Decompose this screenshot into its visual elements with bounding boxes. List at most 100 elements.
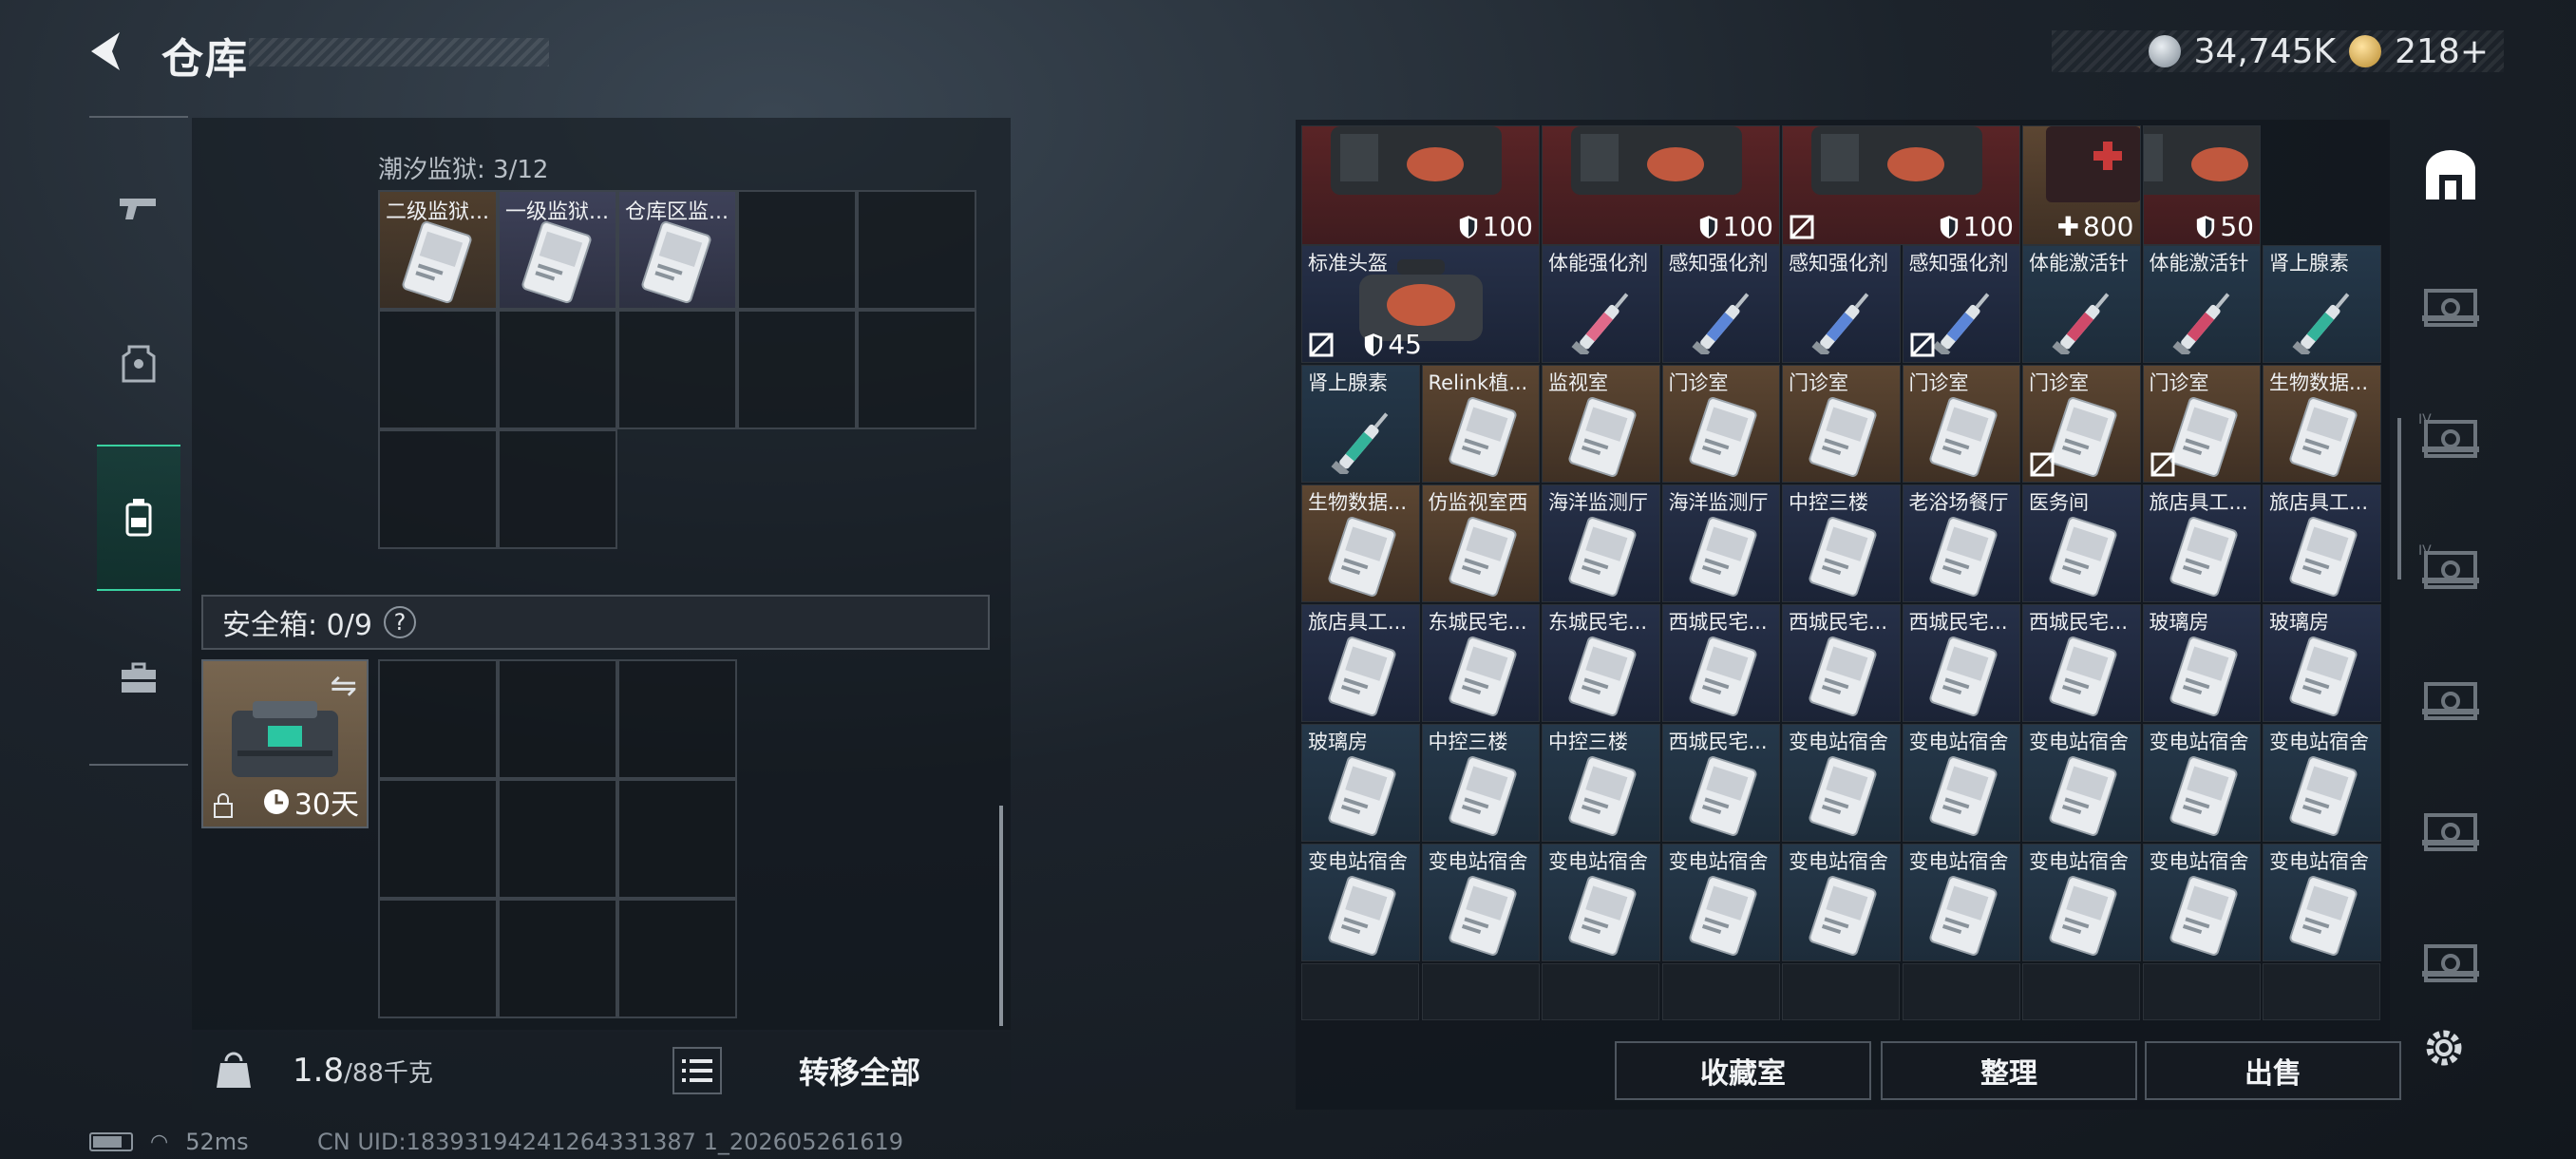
keycard-item[interactable]: 中控三楼	[1542, 724, 1660, 842]
keycard-item[interactable]: 监视室	[1542, 365, 1660, 483]
help-icon[interactable]: ?	[383, 606, 416, 638]
keycard-item[interactable]: 门诊室	[1661, 365, 1780, 483]
keycard-item[interactable]: 变电站宿舍	[2022, 724, 2141, 842]
safe-slot[interactable]	[498, 899, 617, 1018]
storage-tab-2-icon[interactable]	[2416, 277, 2485, 334]
keycard-item[interactable]: 医务间	[2022, 484, 2141, 602]
sell-button[interactable]: 出售	[2145, 1041, 2401, 1100]
grid-slot[interactable]	[857, 310, 976, 429]
safe-slot[interactable]	[617, 659, 737, 779]
safe-box-slot[interactable]: ⇋ 30天	[201, 659, 369, 828]
keycard-item[interactable]: 变电站宿舍	[1902, 844, 2020, 961]
armor-vest-item[interactable]: 100	[1782, 125, 2020, 245]
keycard-item[interactable]: 变电站宿舍	[2263, 724, 2381, 842]
storage-tab-5-icon[interactable]	[2416, 671, 2485, 728]
keycard-item[interactable]: 旅店具工...	[2263, 484, 2381, 602]
grid-slot[interactable]	[378, 310, 498, 429]
empty-slot[interactable]	[1902, 963, 2020, 1020]
syringe-item[interactable]: 感知强化剂	[1902, 245, 2020, 363]
syringe-item[interactable]: 感知强化剂	[1782, 245, 1901, 363]
keycard-item[interactable]: 变电站宿舍	[1542, 844, 1660, 961]
safe-slot[interactable]	[498, 659, 617, 779]
keycard-item[interactable]: 变电站宿舍	[1661, 844, 1780, 961]
keycard-item[interactable]: 变电站宿舍	[2142, 844, 2261, 961]
swap-icon[interactable]: ⇋	[331, 667, 358, 705]
syringe-item[interactable]: 感知强化剂	[1661, 245, 1780, 363]
keycard-item[interactable]: 仿监视室西	[1421, 484, 1540, 602]
keycard-item[interactable]: 西城民宅...	[1661, 604, 1780, 722]
keycard-item[interactable]: 西城民宅...	[1902, 604, 2020, 722]
nav-backpack[interactable]	[97, 445, 180, 591]
safe-slot[interactable]	[378, 659, 498, 779]
syringe-item[interactable]: 肾上腺素	[1301, 365, 1420, 483]
keycard-item[interactable]: 中控三楼	[1421, 724, 1540, 842]
keycard-item[interactable]: 东城民宅...	[1542, 604, 1660, 722]
nav-weapon[interactable]	[97, 135, 180, 281]
armor-vest-item[interactable]: 50	[2142, 125, 2261, 245]
transfer-all-button[interactable]: 转移全部	[731, 1041, 988, 1100]
keycard-item[interactable]: 门诊室	[2142, 365, 2261, 483]
grid-slot[interactable]	[378, 429, 498, 549]
keycard-item[interactable]: 变电站宿舍	[1782, 844, 1901, 961]
storage-home-icon[interactable]	[2416, 146, 2485, 203]
keycard-item[interactable]: 西城民宅...	[2022, 604, 2141, 722]
grid-slot[interactable]	[498, 429, 617, 549]
armor-vest-item[interactable]: 100	[1542, 125, 1780, 245]
keycard-item[interactable]: 西城民宅...	[1782, 604, 1901, 722]
keycard-item[interactable]: 变电站宿舍	[1301, 844, 1420, 961]
grid-slot[interactable]	[737, 310, 857, 429]
keycard-item[interactable]: 生物数据...	[1301, 484, 1420, 602]
empty-slot[interactable]	[2263, 963, 2380, 1020]
nav-toolbox[interactable]	[97, 604, 180, 750]
grid-slot[interactable]	[737, 190, 857, 310]
safe-slot[interactable]	[378, 779, 498, 899]
storage-scrollbar[interactable]	[2397, 418, 2401, 580]
syringe-item[interactable]: 体能强化剂	[1542, 245, 1660, 363]
keycard-item[interactable]: 西城民宅...	[1661, 724, 1780, 842]
storage-tab-7-icon[interactable]	[2416, 933, 2485, 990]
helmet-bag-item[interactable]: 45 标准头盔	[1301, 245, 1540, 363]
keycard-item[interactable]: 旅店具工...	[1301, 604, 1420, 722]
storage-tab-iv-b-icon[interactable]: IV	[2416, 540, 2485, 597]
storage-tab-iv-a-icon[interactable]: IV	[2416, 408, 2485, 466]
empty-slot[interactable]	[1421, 963, 1540, 1020]
keycard-item[interactable]: 东城民宅...	[1421, 604, 1540, 722]
grid-slot[interactable]	[498, 310, 617, 429]
keycard-item[interactable]: Relink植...	[1421, 365, 1540, 483]
keycard-item[interactable]: 老浴场餐厅	[1902, 484, 2020, 602]
nav-armor[interactable]	[97, 291, 180, 437]
keycard-item[interactable]: 海洋监测厅	[1661, 484, 1780, 602]
keycard-item[interactable]: 玻璃房	[2263, 604, 2381, 722]
safe-slot[interactable]	[617, 779, 737, 899]
keycard-item[interactable]: 变电站宿舍	[2263, 844, 2381, 961]
safe-slot[interactable]	[617, 899, 737, 1018]
syringe-item[interactable]: 体能激活针	[2022, 245, 2141, 363]
keycard-item[interactable]: 变电站宿舍	[2022, 844, 2141, 961]
keycard-item[interactable]: 变电站宿舍	[2142, 724, 2261, 842]
keycard-item[interactable]: 变电站宿舍	[1421, 844, 1540, 961]
keycard-item[interactable]: 仓库区监...	[617, 190, 737, 310]
syringe-item[interactable]: 肾上腺素	[2263, 245, 2381, 363]
keycard-item[interactable]: 生物数据...	[2263, 365, 2381, 483]
empty-slot[interactable]	[1542, 963, 1659, 1020]
empty-slot[interactable]	[1661, 963, 1780, 1020]
storage-tab-6-icon[interactable]	[2416, 802, 2485, 859]
keycard-item[interactable]: 门诊室	[2022, 365, 2141, 483]
grid-slot[interactable]	[857, 190, 976, 310]
empty-slot[interactable]	[1301, 963, 1419, 1020]
syringe-item[interactable]: 体能激活针	[2142, 245, 2261, 363]
keycard-item[interactable]: 变电站宿舍	[1902, 724, 2020, 842]
back-button[interactable]	[84, 27, 141, 76]
gear-icon[interactable]	[2420, 1024, 2468, 1072]
safe-slot[interactable]	[378, 899, 498, 1018]
list-view-button[interactable]	[672, 1047, 722, 1094]
grid-slot[interactable]	[617, 310, 737, 429]
sort-button[interactable]: 整理	[1881, 1041, 2137, 1100]
keycard-item[interactable]: 门诊室	[1902, 365, 2020, 483]
collection-room-button[interactable]: 收藏室	[1615, 1041, 1871, 1100]
keycard-item[interactable]: 玻璃房	[1301, 724, 1420, 842]
left-scrollbar[interactable]	[999, 806, 1003, 1026]
keycard-item[interactable]: 旅店具工...	[2142, 484, 2261, 602]
keycard-item[interactable]: 中控三楼	[1782, 484, 1901, 602]
keycard-item[interactable]: 变电站宿舍	[1782, 724, 1901, 842]
